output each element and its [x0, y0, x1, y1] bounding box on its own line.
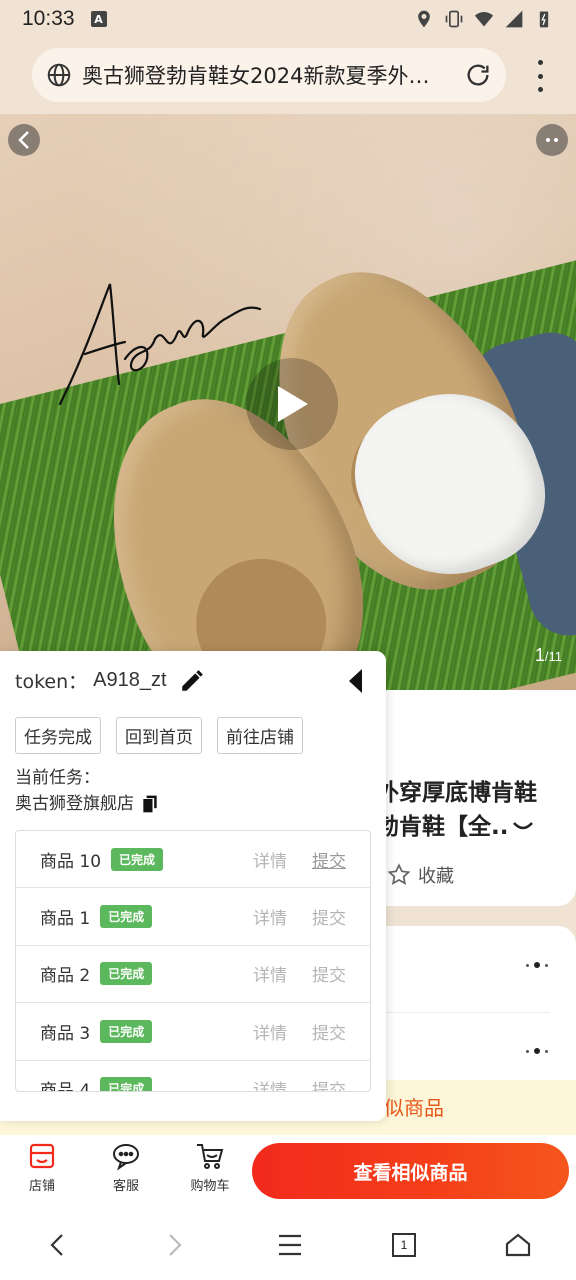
task-name: 商品 10	[40, 851, 102, 872]
store-icon	[29, 1143, 55, 1169]
location-icon	[418, 10, 430, 28]
back-arrow-icon[interactable]	[44, 1231, 72, 1259]
url-text[interactable]: 奥古狮登勃肯鞋女2024新款夏季外…	[82, 60, 456, 90]
token-label: token：	[15, 671, 88, 693]
cart-label: 购物车	[190, 1179, 230, 1194]
forward-arrow-icon[interactable]	[160, 1231, 188, 1259]
cart-icon	[197, 1144, 224, 1169]
submit-link[interactable]: 提交	[312, 961, 346, 986]
task-name: 商品 1	[40, 909, 91, 930]
store-tab[interactable]: 店铺	[12, 1141, 72, 1194]
submit-link[interactable]: 提交	[312, 1076, 346, 1091]
brand-signature-logo	[58, 283, 262, 406]
status-badge: 已完成	[100, 1077, 153, 1091]
detail-link[interactable]: 详情	[253, 1019, 287, 1044]
task-row: 商品 3 已完成 详情 提交	[16, 1003, 370, 1061]
cart-tab[interactable]: 购物车	[180, 1141, 240, 1194]
reload-icon[interactable]	[464, 61, 492, 89]
url-bar[interactable]: 奥古狮登勃肯鞋女2024新款夏季外…	[32, 48, 506, 102]
home-icon[interactable]	[504, 1231, 532, 1259]
play-icon	[278, 386, 308, 422]
task-row: 商品 1 已完成 详情 提交	[16, 888, 370, 946]
token-row: token： A918_zt	[15, 667, 205, 694]
status-badge: 已完成	[100, 962, 153, 986]
product-image[interactable]: 1/11	[0, 114, 576, 690]
play-video-button[interactable]	[246, 358, 338, 450]
detail-link[interactable]: 详情	[253, 961, 287, 986]
collapse-panel-icon[interactable]	[346, 667, 366, 695]
store-label: 店铺	[28, 1179, 55, 1194]
task-row: 商品 4 已完成 详情 提交	[16, 1061, 370, 1092]
chevron-left-icon	[18, 131, 29, 149]
vibrate-icon	[445, 10, 463, 28]
panel-actions: 任务完成 回到首页 前往店铺	[15, 717, 303, 754]
current-task-label: 当前任务：	[15, 768, 100, 788]
product-title[interactable]: 外穿厚底博肯鞋 勃肯鞋【全..	[376, 776, 576, 844]
current-task-value: 奥古狮登旗舰店	[15, 794, 134, 814]
signal-icon	[505, 10, 523, 28]
submit-link[interactable]: 提交	[312, 1019, 346, 1044]
view-similar-button[interactable]: 查看相似商品	[252, 1143, 569, 1199]
go-store-button[interactable]: 前往店铺	[217, 717, 303, 754]
menu-icon[interactable]	[276, 1231, 304, 1259]
status-bar: 10:33 A	[0, 0, 576, 38]
browser-menu-button[interactable]	[532, 60, 548, 92]
task-name: 商品 2	[40, 966, 91, 987]
service-label: 客服	[112, 1179, 139, 1194]
battery-icon	[539, 11, 549, 28]
submit-link[interactable]: 提交	[312, 847, 346, 872]
status-time: 10:33	[22, 7, 75, 30]
star-icon	[387, 863, 411, 885]
chat-icon	[113, 1144, 139, 1171]
task-row: 商品 10 已完成 详情 提交	[16, 831, 370, 889]
copy-icon[interactable]	[140, 794, 160, 814]
tabs-count-icon[interactable]: 1	[392, 1233, 416, 1257]
back-button[interactable]	[8, 124, 40, 156]
browser-nav-bar: 1	[0, 1210, 576, 1280]
notification-icon: A	[90, 11, 107, 27]
status-badge: 已完成	[100, 905, 153, 929]
more-dots-icon[interactable]	[526, 1048, 548, 1054]
browser-toolbar: 奥古狮登勃肯鞋女2024新款夏季外…	[0, 38, 576, 114]
pencil-icon[interactable]	[179, 668, 205, 694]
task-complete-button[interactable]: 任务完成	[15, 717, 101, 754]
detail-link[interactable]: 详情	[253, 1076, 287, 1091]
task-row: 商品 2 已完成 详情 提交	[16, 946, 370, 1004]
bottom-action-bar: 店铺 客服 购物车 查看相似商品	[0, 1135, 576, 1210]
detail-link[interactable]: 详情	[253, 847, 287, 872]
task-list: 商品 10 已完成 详情 提交 商品 1 已完成 详情 提交 商品 2 已完成 …	[15, 830, 371, 1092]
globe-icon	[47, 63, 71, 87]
token-value: A918_zt	[93, 669, 167, 691]
wifi-icon	[474, 12, 494, 27]
image-counter: 1/11	[534, 645, 562, 665]
current-task: 当前任务： 奥古狮登旗舰店	[15, 765, 160, 817]
more-button[interactable]	[536, 124, 568, 156]
task-name: 商品 4	[40, 1081, 91, 1092]
service-tab[interactable]: 客服	[96, 1141, 156, 1194]
back-home-button[interactable]: 回到首页	[116, 717, 202, 754]
more-dots-icon[interactable]	[526, 962, 548, 968]
favorite-button[interactable]: 收藏	[386, 862, 454, 888]
status-badge: 已完成	[100, 1019, 153, 1043]
task-name: 商品 3	[40, 1023, 91, 1044]
status-icons	[414, 9, 554, 29]
task-panel: token： A918_zt 任务完成 回到首页 前往店铺 当前任务： 奥古狮登…	[0, 651, 386, 1121]
status-badge: 已完成	[111, 847, 164, 871]
detail-link[interactable]: 详情	[253, 904, 287, 929]
chevron-down-icon[interactable]	[512, 820, 534, 834]
submit-link[interactable]: 提交	[312, 904, 346, 929]
